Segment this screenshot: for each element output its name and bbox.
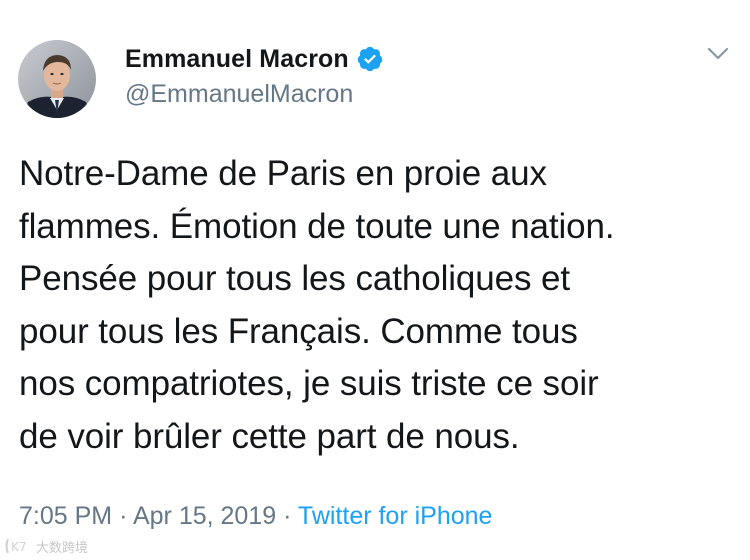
tweet-meta: 7:05 PM · Apr 15, 2019 · Twitter for iPh…: [19, 502, 492, 531]
watermark: K7 大数跨境: [4, 536, 88, 556]
verified-badge-icon: [357, 46, 383, 72]
tweet-card: Emmanuel Macron @EmmanuelMacron Notre-Da…: [0, 0, 750, 560]
author-name-row: Emmanuel Macron: [125, 43, 384, 75]
tweet-text: Notre-Dame de Paris en proie aux flammes…: [19, 154, 615, 456]
chevron-down-icon[interactable]: [706, 46, 730, 62]
avatar[interactable]: [18, 40, 96, 118]
meta-separator: ·: [283, 502, 292, 530]
profile-photo: [18, 40, 96, 118]
meta-separator: ·: [119, 502, 128, 530]
svg-text:K7: K7: [11, 540, 27, 554]
tweet-date[interactable]: Apr 15, 2019: [133, 502, 276, 530]
author-display-name[interactable]: Emmanuel Macron: [125, 45, 349, 74]
tweet-source-link[interactable]: Twitter for iPhone: [298, 502, 493, 530]
author-handle[interactable]: @EmmanuelMacron: [125, 80, 353, 109]
tweet-time[interactable]: 7:05 PM: [19, 502, 112, 530]
watermark-logo-icon: K7: [5, 538, 27, 554]
watermark-text: 大数跨境: [36, 540, 89, 556]
